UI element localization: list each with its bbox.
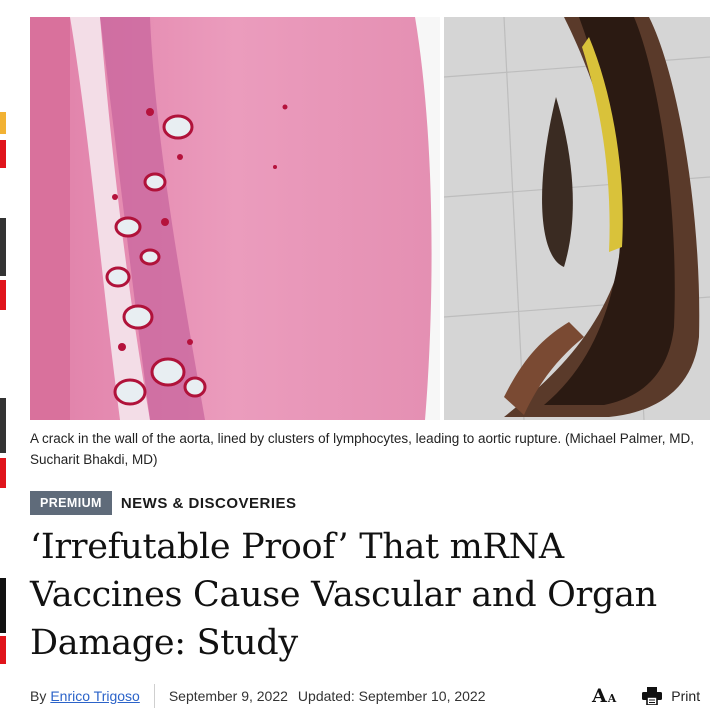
author-link[interactable]: Enrico Trigoso — [50, 688, 139, 704]
updated-date: Updated: September 10, 2022 — [297, 688, 486, 704]
byline-prefix: By — [30, 688, 47, 704]
side-strip-red — [0, 140, 6, 168]
side-strip-red — [0, 636, 6, 664]
print-button[interactable]: Print — [642, 687, 700, 705]
byline: By Enrico Trigoso September 9, 2022 Upda… — [30, 684, 486, 708]
article-tools: A A Print — [592, 684, 700, 708]
side-strip-dark — [0, 578, 6, 633]
print-label: Print — [671, 688, 701, 704]
side-strip-yellow — [0, 112, 6, 134]
specimen-photo — [444, 17, 710, 420]
side-strip-dark — [0, 218, 6, 276]
article-tags: PREMIUM NEWS & DISCOVERIES — [30, 491, 297, 515]
premium-badge[interactable]: PREMIUM — [30, 491, 112, 515]
byline-divider — [153, 684, 155, 708]
side-strip-red — [0, 458, 6, 488]
histology-image — [30, 17, 440, 420]
font-size-icon[interactable]: A A — [592, 685, 616, 707]
article-hero-image[interactable] — [30, 17, 710, 420]
printer-icon — [642, 687, 663, 705]
article-headline: ‘Irrefutable Proof’ That mRNA Vaccines C… — [30, 527, 657, 663]
image-caption: A crack in the wall of the aorta, lined … — [30, 431, 695, 467]
published-date: September 9, 2022 — [168, 688, 288, 704]
side-strip-red — [0, 280, 6, 310]
section-link[interactable]: NEWS & DISCOVERIES — [121, 495, 297, 512]
font-size-small-glyph: A — [607, 692, 617, 705]
font-size-large-glyph: A — [592, 685, 607, 707]
side-strip-dark — [0, 398, 6, 453]
